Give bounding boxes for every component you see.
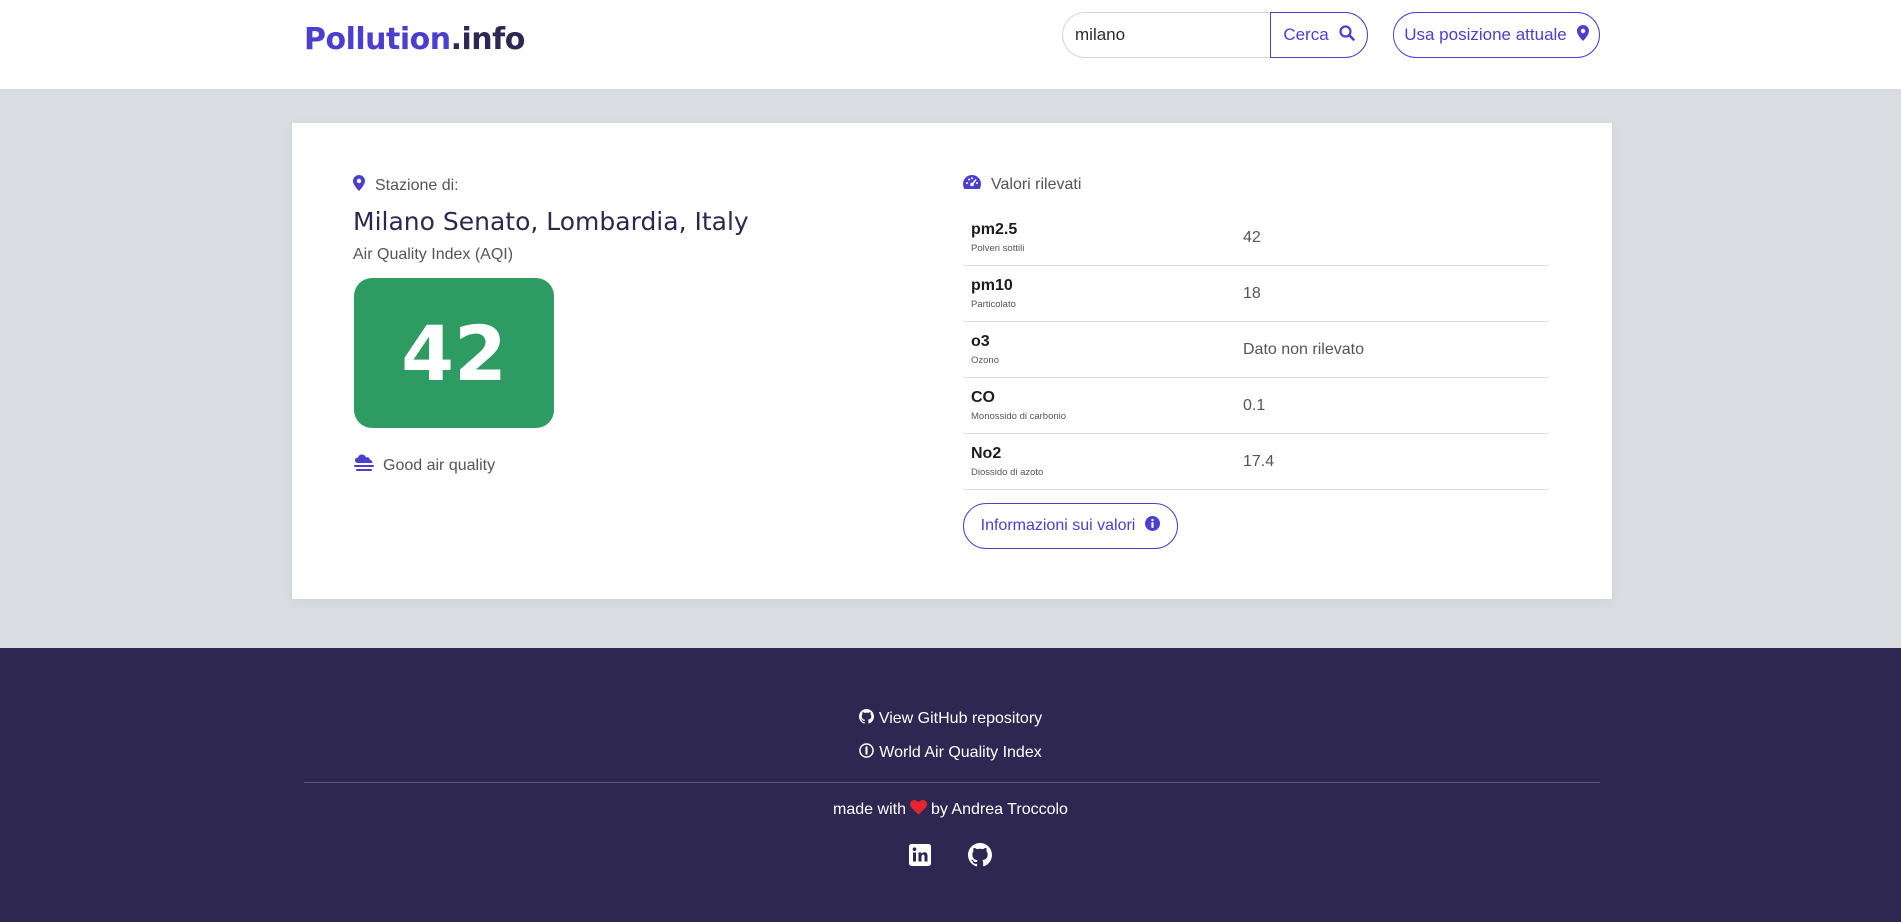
aqi-value-box: 42: [354, 278, 554, 428]
smog-cloud-icon: [353, 454, 375, 477]
aqi-label: Air Quality Index (AQI): [353, 246, 514, 263]
waqi-link[interactable]: World Air Quality Index: [879, 744, 1041, 762]
pollutant-name: pm2.5: [971, 221, 1018, 238]
search-icon: [1339, 24, 1355, 46]
social-links: [908, 843, 992, 867]
station-label: Stazione di:: [353, 175, 459, 196]
values-table: pm2.5 Polveri sottili 42 pm10 Particolat…: [963, 210, 1549, 490]
pollutant-value: 17.4: [1243, 452, 1275, 470]
github-repo-link[interactable]: View GitHub repository: [879, 710, 1042, 728]
github-repo-link-row: View GitHub repository: [0, 709, 1901, 729]
pollutant-desc: Polveri sottili: [971, 243, 1025, 254]
pollutant-value: 0.1: [1243, 396, 1266, 414]
logo[interactable]: Pollution.info: [304, 22, 525, 57]
pollutant-name: pm10: [971, 277, 1013, 294]
pollutant-desc: Monossido di carbonio: [971, 411, 1067, 422]
table-row: No2 Diossido di azoto 17.4: [963, 434, 1549, 490]
search-input[interactable]: [1062, 12, 1270, 58]
values-label: Valori rilevati: [963, 175, 1081, 194]
air-quality-status: Good air quality: [353, 454, 495, 477]
footer: View GitHub repository World Air Quality…: [0, 648, 1901, 922]
made-with-text: made with: [833, 801, 906, 818]
station-label-text: Stazione di:: [375, 176, 459, 194]
pollutant-desc: Particolato: [971, 299, 1016, 310]
pollutant-desc: Ozono: [971, 355, 999, 366]
linkedin-icon[interactable]: [908, 843, 932, 867]
values-info-button[interactable]: Informazioni sui valori: [963, 503, 1178, 549]
values-label-text: Valori rilevati: [991, 175, 1082, 193]
github-icon[interactable]: [968, 843, 992, 867]
pollutant-value: 18: [1243, 284, 1261, 302]
air-quality-text: Good air quality: [383, 456, 496, 474]
logo-brand: Pollution: [304, 22, 451, 57]
map-pin-icon: [353, 175, 365, 196]
heart-icon: [910, 800, 927, 820]
info-circle-icon: [859, 743, 875, 763]
waqi-link-row: World Air Quality Index: [0, 743, 1901, 763]
pollutant-name: o3: [971, 333, 990, 350]
values-info-label: Informazioni sui valori: [980, 517, 1136, 534]
table-row: pm10 Particolato 18: [963, 266, 1549, 322]
station-city: Milano Senato, Lombardia, Italy: [353, 207, 749, 236]
pollutant-name: No2: [971, 445, 1002, 462]
gauge-icon: [963, 175, 981, 194]
table-row: CO Monossido di carbonio 0.1: [963, 378, 1549, 434]
search-button-label: Cerca: [1283, 25, 1329, 44]
table-row: pm2.5 Polveri sottili 42: [963, 210, 1549, 266]
footer-divider: [304, 782, 1600, 783]
pollutant-value: Dato non rilevato: [1243, 340, 1364, 358]
info-icon: [1145, 516, 1161, 536]
table-row: o3 Ozono Dato non rilevato: [963, 322, 1549, 378]
github-icon: [858, 709, 874, 729]
pollutant-desc: Diossido di azoto: [971, 467, 1044, 478]
use-location-button[interactable]: Usa posizione attuale: [1393, 12, 1600, 58]
author-text: by Andrea Troccolo: [930, 801, 1068, 818]
header: Pollution.info Cerca Usa posizione attua…: [0, 0, 1901, 89]
pollutant-name: CO: [971, 389, 995, 406]
search-button[interactable]: Cerca: [1270, 12, 1368, 58]
station-card: Stazione di: Milano Senato, Lombardia, I…: [292, 123, 1612, 599]
logo-tld: .info: [450, 22, 526, 57]
made-with-line: made with by Andrea Troccolo: [0, 800, 1901, 820]
search-form: Cerca: [1062, 12, 1368, 58]
pollutant-value: 42: [1243, 228, 1261, 246]
use-location-label: Usa posizione attuale: [1404, 25, 1567, 44]
map-pin-icon: [1576, 24, 1589, 46]
